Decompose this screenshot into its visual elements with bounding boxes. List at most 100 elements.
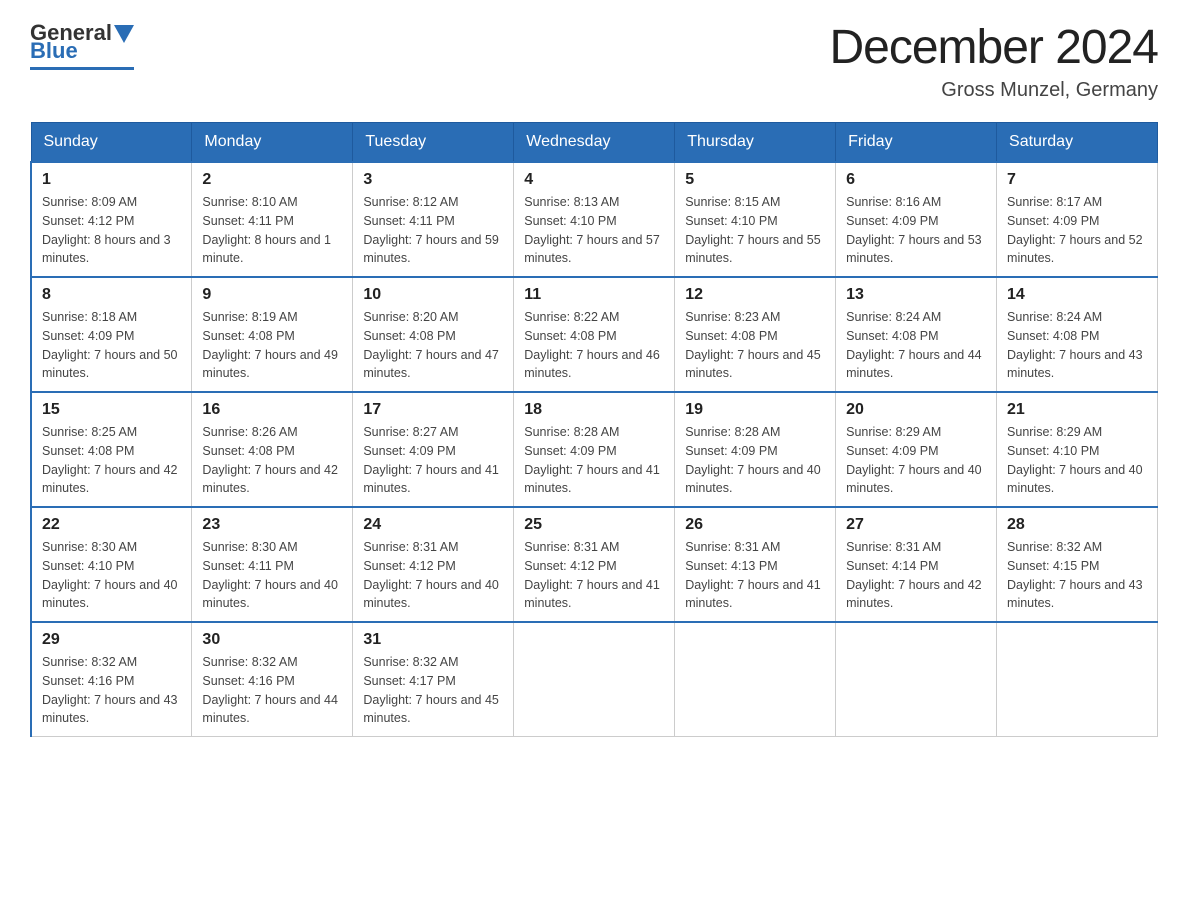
table-row: 13Sunrise: 8:24 AMSunset: 4:08 PMDayligh… bbox=[836, 277, 997, 392]
table-row: 29Sunrise: 8:32 AMSunset: 4:16 PMDayligh… bbox=[31, 622, 192, 737]
calendar-week-row: 1 Sunrise: 8:09 AMSunset: 4:12 PMDaylight… bbox=[31, 162, 1158, 277]
calendar-location: Gross Munzel, Germany bbox=[829, 79, 1158, 102]
day-number: 10 bbox=[363, 286, 503, 304]
logo: General Blue bbox=[30, 20, 134, 70]
day-info: Sunrise: 8:24 AMSunset: 4:08 PMDaylight:… bbox=[846, 308, 986, 383]
table-row: 8 Sunrise: 8:18 AMSunset: 4:09 PMDaylight… bbox=[31, 277, 192, 392]
table-row: 7 Sunrise: 8:17 AMSunset: 4:09 PMDaylight… bbox=[997, 162, 1158, 277]
day-info: Sunrise: 8:16 AMSunset: 4:09 PMDaylight:… bbox=[846, 193, 986, 268]
table-row: 5Sunrise: 8:15 AMSunset: 4:10 PMDaylight… bbox=[675, 162, 836, 277]
table-row bbox=[997, 622, 1158, 737]
day-number: 7 bbox=[1007, 171, 1147, 189]
day-number: 29 bbox=[42, 631, 181, 649]
day-number: 28 bbox=[1007, 516, 1147, 534]
col-monday: Monday bbox=[192, 123, 353, 163]
day-info: Sunrise: 8:32 AMSunset: 4:17 PMDaylight:… bbox=[363, 653, 503, 728]
day-info: Sunrise: 8:12 AMSunset: 4:11 PMDaylight:… bbox=[363, 193, 503, 268]
day-number: 9 bbox=[202, 286, 342, 304]
day-number: 22 bbox=[42, 516, 181, 534]
day-info: Sunrise: 8:13 AMSunset: 4:10 PMDaylight:… bbox=[524, 193, 664, 268]
day-info: Sunrise: 8:31 AMSunset: 4:13 PMDaylight:… bbox=[685, 538, 825, 613]
day-number: 26 bbox=[685, 516, 825, 534]
table-row: 2 Sunrise: 8:10 AMSunset: 4:11 PMDaylight… bbox=[192, 162, 353, 277]
table-row: 12 Sunrise: 8:23 AMSunset: 4:08 PMDayligh… bbox=[675, 277, 836, 392]
day-number: 20 bbox=[846, 401, 986, 419]
logo-blue-text: Blue bbox=[30, 38, 78, 64]
col-saturday: Saturday bbox=[997, 123, 1158, 163]
day-info: Sunrise: 8:31 AMSunset: 4:12 PMDaylight:… bbox=[363, 538, 503, 613]
table-row bbox=[836, 622, 997, 737]
day-info: Sunrise: 8:17 AMSunset: 4:09 PMDaylight:… bbox=[1007, 193, 1147, 268]
day-info: Sunrise: 8:28 AMSunset: 4:09 PMDaylight:… bbox=[524, 423, 664, 498]
day-info: Sunrise: 8:26 AMSunset: 4:08 PMDaylight:… bbox=[202, 423, 342, 498]
table-row: 28 Sunrise: 8:32 AMSunset: 4:15 PMDayligh… bbox=[997, 507, 1158, 622]
day-number: 19 bbox=[685, 401, 825, 419]
day-number: 15 bbox=[42, 401, 181, 419]
logo-triangle-icon bbox=[114, 25, 134, 43]
table-row bbox=[675, 622, 836, 737]
table-row: 19 Sunrise: 8:28 AMSunset: 4:09 PMDayligh… bbox=[675, 392, 836, 507]
day-info: Sunrise: 8:32 AMSunset: 4:16 PMDaylight:… bbox=[202, 653, 342, 728]
day-number: 27 bbox=[846, 516, 986, 534]
table-row: 1 Sunrise: 8:09 AMSunset: 4:12 PMDaylight… bbox=[31, 162, 192, 277]
col-sunday: Sunday bbox=[31, 123, 192, 163]
day-number: 2 bbox=[202, 171, 342, 189]
day-info: Sunrise: 8:10 AMSunset: 4:11 PMDaylight:… bbox=[202, 193, 342, 268]
day-info: Sunrise: 8:29 AMSunset: 4:09 PMDaylight:… bbox=[846, 423, 986, 498]
col-thursday: Thursday bbox=[675, 123, 836, 163]
day-info: Sunrise: 8:31 AMSunset: 4:12 PMDaylight:… bbox=[524, 538, 664, 613]
table-row: 6 Sunrise: 8:16 AMSunset: 4:09 PMDaylight… bbox=[836, 162, 997, 277]
day-info: Sunrise: 8:30 AMSunset: 4:10 PMDaylight:… bbox=[42, 538, 181, 613]
day-info: Sunrise: 8:23 AMSunset: 4:08 PMDaylight:… bbox=[685, 308, 825, 383]
day-number: 6 bbox=[846, 171, 986, 189]
table-row: 27Sunrise: 8:31 AMSunset: 4:14 PMDayligh… bbox=[836, 507, 997, 622]
page-header: General Blue December 2024 Gross Munzel,… bbox=[30, 20, 1158, 102]
table-row: 4Sunrise: 8:13 AMSunset: 4:10 PMDaylight… bbox=[514, 162, 675, 277]
day-info: Sunrise: 8:30 AMSunset: 4:11 PMDaylight:… bbox=[202, 538, 342, 613]
col-wednesday: Wednesday bbox=[514, 123, 675, 163]
day-number: 12 bbox=[685, 286, 825, 304]
calendar-week-row: 29 Sunrise: 8:32 AMSunset: 4:16 PMDayligh… bbox=[31, 622, 1158, 737]
day-number: 14 bbox=[1007, 286, 1147, 304]
col-friday: Friday bbox=[836, 123, 997, 163]
day-info: Sunrise: 8:09 AMSunset: 4:12 PMDaylight:… bbox=[42, 193, 181, 268]
table-row: 14 Sunrise: 8:24 AMSunset: 4:08 PMDayligh… bbox=[997, 277, 1158, 392]
day-number: 21 bbox=[1007, 401, 1147, 419]
calendar-table: Sunday Monday Tuesday Wednesday Thursday… bbox=[30, 122, 1158, 737]
table-row: 18 Sunrise: 8:28 AMSunset: 4:09 PMDayligh… bbox=[514, 392, 675, 507]
calendar-title: December 2024 bbox=[829, 20, 1158, 75]
table-row: 25 Sunrise: 8:31 AMSunset: 4:12 PMDayligh… bbox=[514, 507, 675, 622]
table-row: 9Sunrise: 8:19 AMSunset: 4:08 PMDaylight… bbox=[192, 277, 353, 392]
table-row: 10Sunrise: 8:20 AMSunset: 4:08 PMDayligh… bbox=[353, 277, 514, 392]
calendar-week-row: 8 Sunrise: 8:18 AMSunset: 4:09 PMDaylight… bbox=[31, 277, 1158, 392]
table-row bbox=[514, 622, 675, 737]
day-number: 18 bbox=[524, 401, 664, 419]
table-row: 15 Sunrise: 8:25 AMSunset: 4:08 PMDayligh… bbox=[31, 392, 192, 507]
day-number: 30 bbox=[202, 631, 342, 649]
day-number: 5 bbox=[685, 171, 825, 189]
day-info: Sunrise: 8:22 AMSunset: 4:08 PMDaylight:… bbox=[524, 308, 664, 383]
day-info: Sunrise: 8:28 AMSunset: 4:09 PMDaylight:… bbox=[685, 423, 825, 498]
calendar-week-row: 15 Sunrise: 8:25 AMSunset: 4:08 PMDayligh… bbox=[31, 392, 1158, 507]
day-number: 17 bbox=[363, 401, 503, 419]
day-number: 3 bbox=[363, 171, 503, 189]
day-info: Sunrise: 8:25 AMSunset: 4:08 PMDaylight:… bbox=[42, 423, 181, 498]
table-row: 3 Sunrise: 8:12 AMSunset: 4:11 PMDaylight… bbox=[353, 162, 514, 277]
day-info: Sunrise: 8:29 AMSunset: 4:10 PMDaylight:… bbox=[1007, 423, 1147, 498]
calendar-header-row: Sunday Monday Tuesday Wednesday Thursday… bbox=[31, 123, 1158, 163]
table-row: 22 Sunrise: 8:30 AMSunset: 4:10 PMDayligh… bbox=[31, 507, 192, 622]
day-info: Sunrise: 8:24 AMSunset: 4:08 PMDaylight:… bbox=[1007, 308, 1147, 383]
day-number: 23 bbox=[202, 516, 342, 534]
day-number: 8 bbox=[42, 286, 181, 304]
calendar-week-row: 22 Sunrise: 8:30 AMSunset: 4:10 PMDayligh… bbox=[31, 507, 1158, 622]
day-info: Sunrise: 8:32 AMSunset: 4:15 PMDaylight:… bbox=[1007, 538, 1147, 613]
day-number: 11 bbox=[524, 286, 664, 304]
table-row: 24Sunrise: 8:31 AMSunset: 4:12 PMDayligh… bbox=[353, 507, 514, 622]
table-row: 11 Sunrise: 8:22 AMSunset: 4:08 PMDayligh… bbox=[514, 277, 675, 392]
day-info: Sunrise: 8:18 AMSunset: 4:09 PMDaylight:… bbox=[42, 308, 181, 383]
title-section: December 2024 Gross Munzel, Germany bbox=[829, 20, 1158, 102]
table-row: 17Sunrise: 8:27 AMSunset: 4:09 PMDayligh… bbox=[353, 392, 514, 507]
day-number: 25 bbox=[524, 516, 664, 534]
table-row: 23 Sunrise: 8:30 AMSunset: 4:11 PMDayligh… bbox=[192, 507, 353, 622]
day-number: 1 bbox=[42, 171, 181, 189]
